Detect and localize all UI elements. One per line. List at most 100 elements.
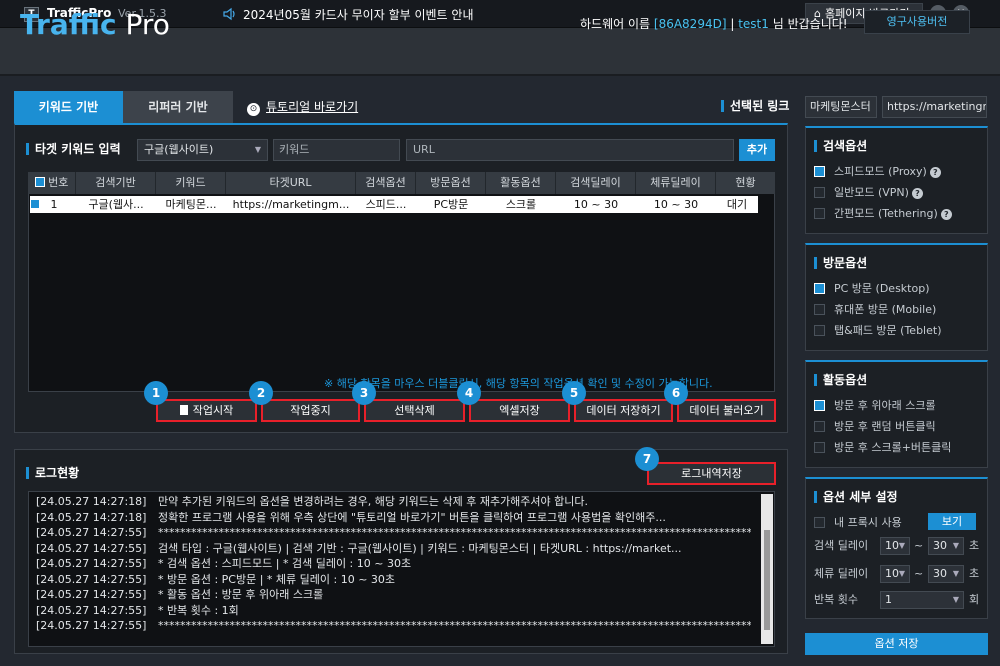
detail-settings-panel: 옵션 세부 설정 내 프록시 사용 검색 딜레이 10 ▼ ~ 30 ▼ 초 체류 … <box>805 477 988 619</box>
row-number-cell: 1 <box>30 196 76 213</box>
chevron-down-icon: ▼ <box>254 145 261 154</box>
header-search-base[interactable]: 검색기반 <box>76 172 156 194</box>
step-badge-4: 4 <box>457 381 481 405</box>
double-click-note: ※ 해당 항목을 마우스 더블클릭시, 해당 항목의 작업옵션 확인 및 수정이… <box>324 377 713 390</box>
sec-unit: 초 <box>969 567 980 580</box>
stay-delay-from[interactable]: 10 ▼ <box>880 565 910 583</box>
checkbox[interactable] <box>814 324 825 336</box>
log-line: [24.05.27 14:27:55] * 반복 횟수 : 1회 <box>36 603 239 617</box>
keyword-input[interactable]: 키워드 <box>273 139 400 161</box>
checkbox-checked[interactable] <box>814 282 825 294</box>
selected-link-label: 선택된 링크 <box>721 100 789 112</box>
view-button[interactable]: 보기 <box>928 513 976 530</box>
count-unit: 회 <box>969 593 980 606</box>
notice-text[interactable]: 2024년05월 카드사 무이자 할부 이벤트 안내 <box>243 6 473 23</box>
option-tablet-visit[interactable]: 탭&패드 방문 (Teblet) <box>814 324 987 338</box>
tab-referrer[interactable]: 리퍼러 기반 <box>123 91 233 123</box>
help-icon[interactable]: ? <box>911 188 923 199</box>
option-random-click[interactable]: 방문 후 랜덤 버튼클릭 <box>814 420 987 434</box>
log-lines: [24.05.27 14:27:18] 만약 추가된 키워드의 옵션을 변경하려는… <box>36 494 751 634</box>
header-target-url[interactable]: 타겟URL <box>226 172 356 194</box>
header-search-option[interactable]: 검색옵션 <box>356 172 416 194</box>
start-button[interactable]: 작업시작 <box>156 399 257 422</box>
chevron-down-icon: ▼ <box>898 541 905 550</box>
engine-select[interactable]: 구글(웹사이트) ▼ <box>137 139 268 161</box>
target-keyword-label: 타겟 키워드 입력 <box>26 143 121 155</box>
help-icon[interactable]: ? <box>940 209 952 220</box>
delete-selected-button[interactable]: 선택삭제 <box>364 399 465 422</box>
checkbox[interactable] <box>814 441 825 453</box>
log-line: [24.05.27 14:27:55] *********************… <box>36 619 751 632</box>
header-status[interactable]: 현황 <box>716 172 775 194</box>
hardware-info: 하드웨어 이름 [86A8294D] | test1 님 반갑습니다! <box>580 15 848 32</box>
stay-delay-label: 체류 딜레이 <box>814 567 869 580</box>
log-scroll-thumb[interactable] <box>764 530 770 630</box>
checkbox[interactable] <box>814 303 825 315</box>
row-checkbox[interactable] <box>30 199 40 209</box>
tilde: ~ <box>914 539 924 552</box>
checkbox-checked[interactable] <box>814 165 825 177</box>
log-save-button[interactable]: 로그내역저장 <box>647 462 776 485</box>
header-search-delay[interactable]: 검색딜레이 <box>556 172 636 194</box>
url-input[interactable]: URL <box>406 139 734 161</box>
save-data-button[interactable]: 데이터 저장하기 <box>574 399 673 422</box>
checkbox[interactable] <box>814 207 825 219</box>
option-scroll[interactable]: 방문 후 위아래 스크롤 <box>814 399 987 413</box>
header-stay-delay[interactable]: 체류딜레이 <box>636 172 716 194</box>
repeat-label: 반복 횟수 <box>814 593 858 606</box>
greeting: 님 반갑습니다! <box>772 17 848 31</box>
activity-options-title: 활동옵션 <box>814 374 987 386</box>
search-delay-label: 검색 딜레이 <box>814 539 869 552</box>
option-speed-mode[interactable]: 스피드모드 (Proxy)? <box>814 165 987 179</box>
option-scroll-click[interactable]: 방문 후 스크롤+버튼클릭 <box>814 441 987 455</box>
selected-keyword-field[interactable]: 마케팅몬스터 <box>805 96 877 118</box>
add-button[interactable]: 추가 <box>739 139 775 161</box>
chevron-down-icon: ▼ <box>952 595 959 604</box>
help-icon[interactable]: ? <box>929 167 941 178</box>
load-data-button[interactable]: 데이터 불러오기 <box>677 399 776 422</box>
repeat-select[interactable]: 1 ▼ <box>880 591 964 609</box>
log-line: [24.05.27 14:27:55] * 활동 옵션 : 방문 후 위아래 스크… <box>36 588 324 601</box>
tab-keyword[interactable]: 키워드 기반 <box>14 91 123 123</box>
user-name: test1 <box>738 17 769 31</box>
stay-delay-to[interactable]: 30 ▼ <box>928 565 964 583</box>
visit-options-panel: 방문옵션 PC 방문 (Desktop) 휴대폰 방문 (Mobile) 탭&패… <box>805 243 988 351</box>
table-row[interactable]: 1 구글(웹사... 마케팅몬... https://marketingm...… <box>30 196 758 213</box>
search-delay-to[interactable]: 30 ▼ <box>928 537 964 555</box>
header-number[interactable]: 번호 <box>28 172 76 194</box>
checkbox[interactable] <box>814 516 825 528</box>
hw-id: [86A8294D] <box>653 17 727 31</box>
option-normal-mode[interactable]: 일반모드 (VPN)? <box>814 186 987 200</box>
header-activity-option[interactable]: 활동옵션 <box>486 172 556 194</box>
search-options-panel: 검색옵션 스피드모드 (Proxy)? 일반모드 (VPN)? 간편모드 (Te… <box>805 126 988 234</box>
checkbox[interactable] <box>814 186 825 198</box>
search-delay-from[interactable]: 10 ▼ <box>880 537 910 555</box>
sec-unit: 초 <box>969 539 980 552</box>
excel-save-button[interactable]: 엑셀저장 <box>469 399 570 422</box>
log-line: [24.05.27 14:27:55] * 검색 옵션 : 스피드모드 | * 검… <box>36 557 412 570</box>
select-all-checkbox[interactable] <box>34 177 45 187</box>
selected-url-field[interactable]: https://marketingmonster <box>882 96 987 118</box>
chevron-down-icon: ▼ <box>952 541 959 550</box>
header-keyword[interactable]: 키워드 <box>156 172 226 194</box>
document-icon <box>179 405 188 415</box>
checkbox-checked[interactable] <box>814 399 825 411</box>
header-visit-option[interactable]: 방문옵션 <box>416 172 486 194</box>
table-header: 번호 검색기반 키워드 타겟URL 검색옵션 방문옵션 활동옵션 검색딜레이 체… <box>28 172 775 194</box>
checkbox[interactable] <box>814 420 825 432</box>
row-target-url: https://marketingm... <box>232 198 350 211</box>
detail-settings-title: 옵션 세부 설정 <box>814 491 987 503</box>
tutorial-link[interactable]: ⊙ 튜토리얼 바로가기 <box>247 98 358 116</box>
hw-separator: | <box>730 17 735 31</box>
log-line: [24.05.27 14:27:18] 만약 추가된 키워드의 옵션을 변경하려는… <box>36 495 589 508</box>
tutorial-icon: ⊙ <box>247 103 260 116</box>
row-stay-delay: 10 ~ 30 <box>653 198 699 211</box>
option-pc-visit[interactable]: PC 방문 (Desktop) <box>814 282 987 296</box>
log-line: [24.05.27 14:27:55] 검색 타입 : 구글(웹사이트) | 검색… <box>36 541 682 555</box>
logo: Traffic Pro <box>20 8 170 41</box>
option-easy-mode[interactable]: 간편모드 (Tethering)? <box>814 207 987 221</box>
permanent-version-button[interactable]: 영구사용버전 <box>864 10 970 34</box>
option-mobile-visit[interactable]: 휴대폰 방문 (Mobile) <box>814 303 987 317</box>
stop-button[interactable]: 작업중지 <box>261 399 360 422</box>
save-options-button[interactable]: 옵션 저장 <box>805 633 988 655</box>
